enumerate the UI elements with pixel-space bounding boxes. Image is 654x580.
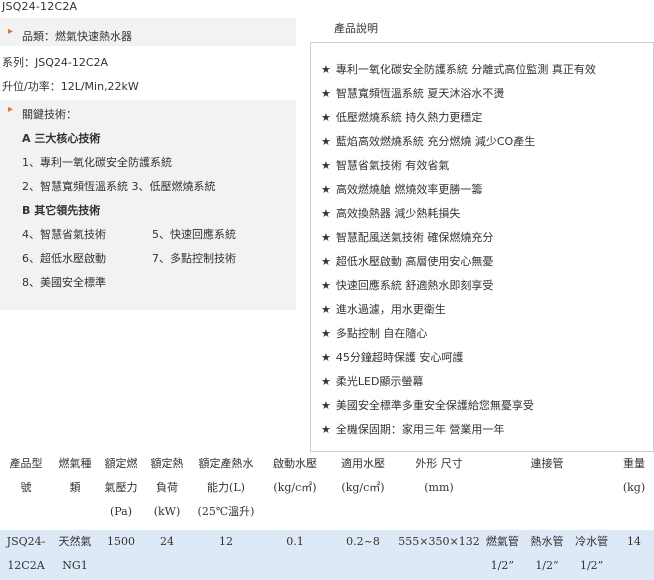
feature-item: ★ 45分鐘超時保護 安心呵護: [321, 351, 464, 364]
header-gas-pressure: 額定燃 氣壓力 (Pa): [98, 452, 144, 530]
header-dimensions: 外形 尺寸 (mm): [398, 452, 480, 530]
feature-item: ★ 智慧寬頻恆溫系統 夏天沐浴水不燙: [321, 87, 505, 100]
star-icon: ★: [321, 423, 331, 436]
star-icon: ★: [321, 279, 331, 292]
connection-hot-water: 熱水管 1/2”: [530, 535, 564, 572]
header-model: 產品型號: [0, 452, 52, 530]
product-description-panel: 產品說明 ★ 專利一氧化碳安全防護系統 分離式高位監測 真正有效 ★ 智慧寬頻恆溫系…: [310, 18, 654, 452]
cell-model: JSQ24- 12C2A: [0, 530, 52, 580]
table-header-row: 產品型號 燃氣種類 額定燃 氣壓力 (Pa) 額定熱 負荷 (kW) 額定產熱水 能力(L…: [0, 452, 654, 530]
table-row: JSQ24- 12C2A 天然氣 NG1 1500 24 12 0.1 0.2~8 …: [0, 530, 654, 580]
tech-item-1: 1、專利一氧化碳安全防護系統: [22, 156, 172, 169]
star-icon: ★: [321, 351, 331, 364]
star-icon: ★: [321, 135, 331, 148]
tech-item-7: 7、多點控制技術: [152, 252, 236, 265]
star-icon: ★: [321, 159, 331, 172]
cell-weight: 14: [614, 530, 654, 580]
tech-item-4: 4、智慧省氣技術: [22, 228, 106, 241]
cell-dimensions: 555×350×132: [398, 530, 480, 580]
header-applicable-pressure: 適用水壓 (kg/c㎡): [328, 452, 398, 530]
feature-item: ★ 美國安全標準多重安全保護給您無憂享受: [321, 399, 534, 412]
feature-item: ★ 進水過濾，用水更衛生: [321, 303, 446, 316]
section-b-title: B 其它領先技術: [22, 204, 101, 217]
feature-item: ★ 智慧配風送氣技術 確保燃燒充分: [321, 231, 494, 244]
category-text: 品類：燃氣快速熱水器: [22, 30, 132, 43]
cell-applicable-pressure: 0.2~8: [328, 530, 398, 580]
star-icon: ★: [321, 183, 331, 196]
product-info-panel: ▸ 品類：燃氣快速熱水器 系列：JSQ24-12C2A 升位/功率：12L/Mi…: [0, 18, 296, 310]
key-tech-label: 關鍵技術：: [22, 108, 77, 121]
description-heading: 產品說明: [334, 22, 378, 35]
header-weight: 重量 (kg): [614, 452, 654, 530]
feature-item: ★ 低壓燃燒系統 持久熱力更穩定: [321, 111, 483, 124]
header-start-pressure: 啟動水壓 (kg/c㎡): [262, 452, 328, 530]
spec-table: 產品型號 燃氣種類 額定燃 氣壓力 (Pa) 額定熱 負荷 (kW) 額定產熱水 能力(L…: [0, 452, 654, 580]
star-icon: ★: [321, 327, 331, 340]
feature-item: ★ 高效燃燒艙 燃燒效率更勝一籌: [321, 183, 483, 196]
bullet-icon: ▸: [8, 26, 14, 37]
capacity-text: 升位/功率：12L/Min,22kW: [2, 80, 139, 93]
star-icon: ★: [321, 303, 331, 316]
feature-item: ★ 超低水壓啟動 高層使用安心無憂: [321, 255, 494, 268]
star-icon: ★: [321, 399, 331, 412]
star-icon: ★: [321, 207, 331, 220]
cell-heat-load: 24: [144, 530, 190, 580]
feature-item: ★ 智慧省氣技術 有效省氣: [321, 159, 450, 172]
star-icon: ★: [321, 63, 331, 76]
header-hot-water-capacity: 額定產熱水 能力(L) (25℃溫升): [190, 452, 262, 530]
connection-gas: 燃氣管 1/2”: [485, 535, 519, 572]
tech-item-5: 5、快速回應系統: [152, 228, 236, 241]
star-icon: ★: [321, 87, 331, 100]
header-gas-type: 燃氣種類: [52, 452, 98, 530]
series-text: 系列：JSQ24-12C2A: [2, 56, 109, 69]
tech-item-8: 8、美國安全標準: [22, 276, 106, 289]
tech-item-6: 6、超低水壓啟動: [22, 252, 106, 265]
feature-item: ★ 專利一氧化碳安全防護系統 分離式高位監測 真正有效: [321, 63, 596, 76]
feature-item: ★ 高效換熱器 減少熱耗損失: [321, 207, 461, 220]
star-icon: ★: [321, 231, 331, 244]
header-connections: 連接管: [480, 452, 614, 530]
star-icon: ★: [321, 111, 331, 124]
cell-gas-type: 天然氣 NG1: [52, 530, 98, 580]
cell-connections: 燃氣管 1/2” 熱水管 1/2” 冷水管 1/2”: [480, 530, 614, 580]
feature-item: ★ 多點控制 自在隨心: [321, 327, 428, 340]
feature-list: ★ 專利一氧化碳安全防護系統 分離式高位監測 真正有效 ★ 智慧寬頻恆溫系統 夏天沐…: [310, 42, 654, 452]
feature-item: ★ 柔光LED顯示螢幕: [321, 375, 424, 388]
connection-cold-water: 冷水管 1/2”: [575, 535, 609, 572]
cell-hot-water-capacity: 12: [190, 530, 262, 580]
section-a-title: A 三大核心技術: [22, 132, 101, 145]
tech-item-2-3: 2、智慧寬頻恆溫系統 3、低壓燃燒系統: [22, 180, 216, 193]
header-heat-load: 額定熱 負荷 (kW): [144, 452, 190, 530]
feature-item: ★ 快速回應系統 舒適熱水即刻享受: [321, 279, 494, 292]
star-icon: ★: [321, 255, 331, 268]
cell-gas-pressure: 1500: [98, 530, 144, 580]
feature-item: ★ 藍焰高效燃燒系統 充分燃燒 減少CO產生: [321, 135, 536, 148]
model-title: JSQ24-12C2A: [2, 0, 78, 13]
bullet-icon: ▸: [8, 104, 14, 115]
star-icon: ★: [321, 375, 331, 388]
feature-item: ★ 全機保固期：家用三年 營業用一年: [321, 423, 505, 436]
cell-start-pressure: 0.1: [262, 530, 328, 580]
